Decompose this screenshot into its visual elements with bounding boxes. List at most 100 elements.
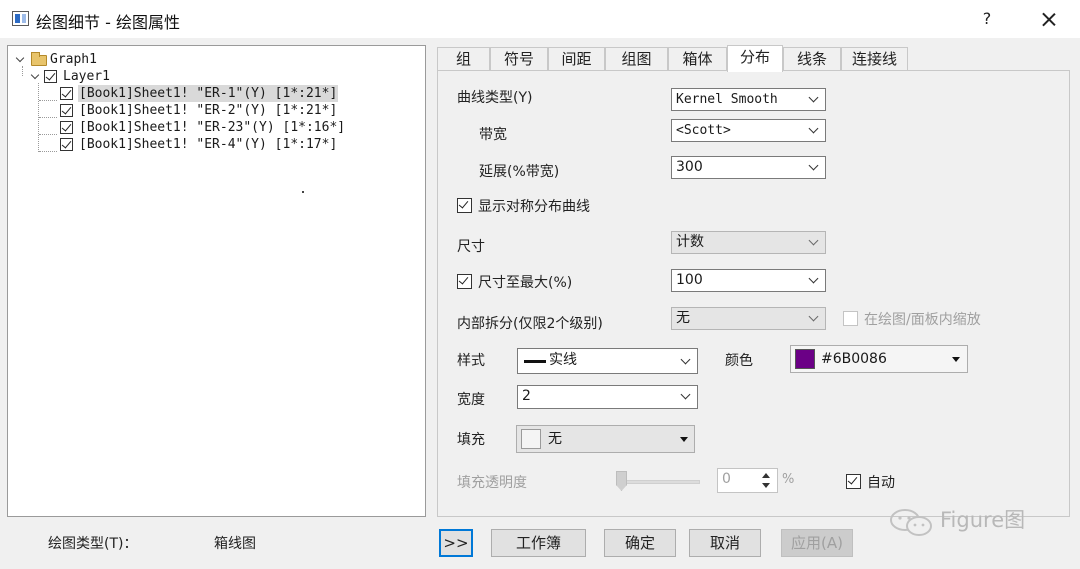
chevron-down-icon: [808, 235, 819, 246]
auto-label: 自动: [867, 475, 895, 491]
fill-swatch: [521, 429, 541, 449]
tab-box[interactable]: 箱体: [668, 47, 727, 71]
color-select[interactable]: #6B0086: [790, 345, 968, 373]
chevron-down-icon: [680, 389, 691, 400]
size-max-select[interactable]: 100: [671, 269, 826, 292]
size-max-value: 100: [676, 272, 703, 288]
fill-transparency-label: 填充透明度: [457, 475, 527, 491]
curve-type-value: Kernel Smooth: [676, 92, 778, 107]
style-value: 实线: [549, 352, 577, 368]
fill-select[interactable]: 无: [516, 425, 695, 453]
tab-symbol[interactable]: 符号: [490, 47, 548, 71]
curve-type-select[interactable]: Kernel Smooth: [671, 88, 826, 111]
tab-connect-line[interactable]: 连接线: [841, 47, 908, 71]
tab-group-plot[interactable]: 组图: [605, 47, 668, 71]
fill-label: 填充: [457, 432, 485, 448]
extend-value: 300: [676, 159, 703, 175]
line-style-sample-icon: [524, 360, 546, 363]
size-max-label: 尺寸至最大(%): [478, 275, 573, 291]
size-value: 计数: [676, 234, 704, 250]
window-title: 绘图细节 - 绘图属性: [36, 13, 180, 32]
dataset-checkbox[interactable]: [60, 104, 73, 117]
dataset-checkbox[interactable]: [60, 121, 73, 134]
close-icon[interactable]: [1032, 4, 1066, 34]
collapse-chevron-icon[interactable]: [30, 72, 40, 82]
scale-in-plot-label: 在绘图/面板内缩放: [864, 312, 981, 328]
distribution-tab-panel: 曲线类型(Y) Kernel Smooth 带宽 <Scott> 延展(%带宽)…: [437, 70, 1070, 517]
color-swatch: [795, 349, 815, 369]
inner-split-label: 内部拆分(仅限2个级别): [457, 316, 603, 332]
tab-distribution[interactable]: 分布: [727, 45, 783, 72]
collapse-chevron-icon[interactable]: [15, 55, 25, 65]
spin-up-icon[interactable]: [762, 473, 770, 478]
bandwidth-select[interactable]: <Scott>: [671, 119, 826, 142]
dataset-label: [Book1]Sheet1! "ER-23"(Y) [1*:16*]: [79, 120, 346, 135]
dataset-label: [Book1]Sheet1! "ER-2"(Y) [1*:21*]: [79, 103, 338, 118]
dropdown-triangle-icon: [680, 437, 688, 442]
workbook-button[interactable]: 工作簿: [491, 529, 586, 557]
fill-transparency-slider[interactable]: [616, 480, 700, 484]
width-label: 宽度: [457, 392, 485, 408]
scale-in-plot-checkbox[interactable]: [843, 311, 858, 326]
slider-thumb[interactable]: [616, 471, 627, 491]
fill-transparency-spinner[interactable]: 0: [717, 468, 778, 493]
width-select[interactable]: 2: [517, 385, 698, 409]
chevron-down-icon: [808, 160, 819, 171]
dialog-client-area: Graph1 Layer1 [Book1]Sheet1! "ER-1"(Y) […: [0, 38, 1080, 569]
chevron-down-icon: [808, 123, 819, 134]
plot-type-label: 绘图类型(T)：: [48, 536, 138, 552]
tab-group[interactable]: 组: [437, 47, 490, 71]
chevron-down-icon: [808, 92, 819, 103]
tree-node-layer-label: Layer1: [63, 69, 110, 84]
curve-type-label: 曲线类型(Y): [457, 90, 533, 106]
size-max-checkbox[interactable]: [457, 274, 472, 289]
chevron-down-icon: [808, 311, 819, 322]
tree-item-dataset[interactable]: [Book1]Sheet1! "ER-23"(Y) [1*:16*]: [60, 119, 370, 136]
spin-down-icon[interactable]: [762, 483, 770, 488]
show-symmetric-label: 显示对称分布曲线: [478, 199, 590, 215]
tree-item-dataset[interactable]: [Book1]Sheet1! "ER-2"(Y) [1*:21*]: [60, 102, 370, 119]
color-value: #6B0086: [821, 351, 887, 367]
tab-spacing[interactable]: 间距: [548, 47, 605, 71]
auto-checkbox[interactable]: [846, 474, 861, 489]
tree-item-dataset[interactable]: [Book1]Sheet1! "ER-4"(Y) [1*:17*]: [60, 136, 370, 153]
stray-pixel: [302, 191, 304, 193]
bandwidth-label: 带宽: [479, 127, 507, 143]
expand-button[interactable]: >>: [439, 529, 473, 557]
title-bar: 绘图细节 - 绘图属性 ?: [0, 0, 1080, 38]
tree-item-dataset[interactable]: [Book1]Sheet1! "ER-1"(Y) [1*:21*]: [60, 85, 370, 102]
folder-icon: [31, 52, 47, 66]
color-label: 颜色: [725, 353, 753, 369]
dataset-checkbox[interactable]: [60, 87, 73, 100]
extend-select[interactable]: 300: [671, 156, 826, 179]
dataset-checkbox[interactable]: [60, 138, 73, 151]
style-select[interactable]: 实线: [517, 348, 698, 374]
app-icon: [12, 11, 29, 26]
tree-node-graph-label: Graph1: [50, 52, 97, 67]
extend-label: 延展(%带宽): [479, 164, 560, 180]
help-button[interactable]: ?: [972, 4, 1002, 34]
fill-transparency-unit: %: [782, 472, 795, 487]
tree-node-layer[interactable]: Layer1: [28, 68, 148, 85]
layer-checkbox[interactable]: [44, 70, 57, 83]
inner-split-select[interactable]: 无: [671, 307, 826, 330]
ok-button[interactable]: 确定: [604, 529, 676, 557]
fill-value: 无: [548, 431, 562, 447]
size-label: 尺寸: [457, 239, 485, 255]
wechat-logo-icon: [890, 509, 932, 536]
size-select[interactable]: 计数: [671, 231, 826, 254]
width-value: 2: [522, 388, 531, 404]
tab-line[interactable]: 线条: [783, 47, 841, 71]
show-symmetric-checkbox[interactable]: [457, 198, 472, 213]
apply-button[interactable]: 应用(A): [781, 529, 853, 557]
tree-node-graph[interactable]: Graph1: [13, 51, 133, 68]
cancel-button[interactable]: 取消: [689, 529, 761, 557]
dataset-label: [Book1]Sheet1! "ER-4"(Y) [1*:17*]: [79, 137, 338, 152]
chevron-down-icon: [808, 273, 819, 284]
chevron-down-icon: [680, 354, 691, 365]
style-label: 样式: [457, 353, 485, 369]
watermark-text: Figure图: [940, 508, 1026, 532]
plot-tree-panel: Graph1 Layer1 [Book1]Sheet1! "ER-1"(Y) […: [7, 45, 426, 517]
dropdown-triangle-icon: [952, 357, 960, 362]
dataset-label: [Book1]Sheet1! "ER-1"(Y) [1*:21*]: [78, 85, 339, 102]
